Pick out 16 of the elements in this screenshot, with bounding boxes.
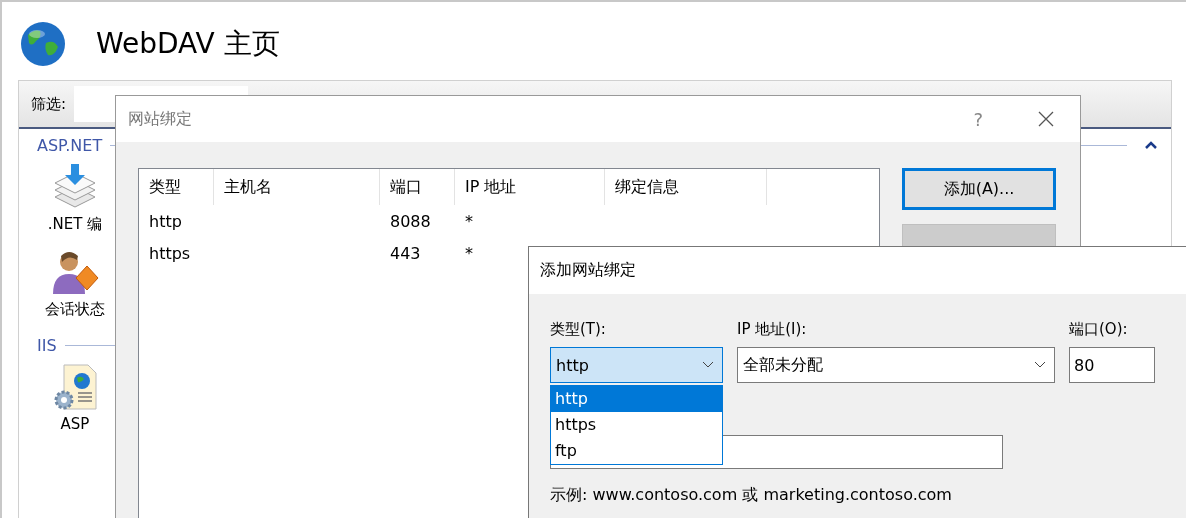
table-cell-text: https: [148, 243, 192, 263]
table-cell-text: 8088: [389, 211, 432, 231]
table-cell-text: 443: [389, 243, 422, 263]
group-title: ASP.NET: [37, 135, 103, 155]
table-cell-text: *: [464, 211, 473, 231]
page-title: WebDAV 主页: [96, 26, 280, 62]
dialog-title: 网站绑定: [128, 108, 193, 130]
ip-label: IP 地址(I):: [737, 320, 808, 339]
example-text: 示例: www.contoso.com 或 marketing.contoso.com: [550, 485, 953, 506]
filter-label: 筛选:: [31, 94, 67, 114]
table-cell-text: http: [148, 211, 183, 231]
port-label: 端口(O):: [1069, 320, 1129, 339]
type-label: 类型(T):: [550, 320, 607, 339]
table-cell-text: *: [464, 243, 473, 263]
group-title: IIS: [37, 335, 57, 355]
dialog-title: 添加网站绑定: [540, 260, 636, 281]
